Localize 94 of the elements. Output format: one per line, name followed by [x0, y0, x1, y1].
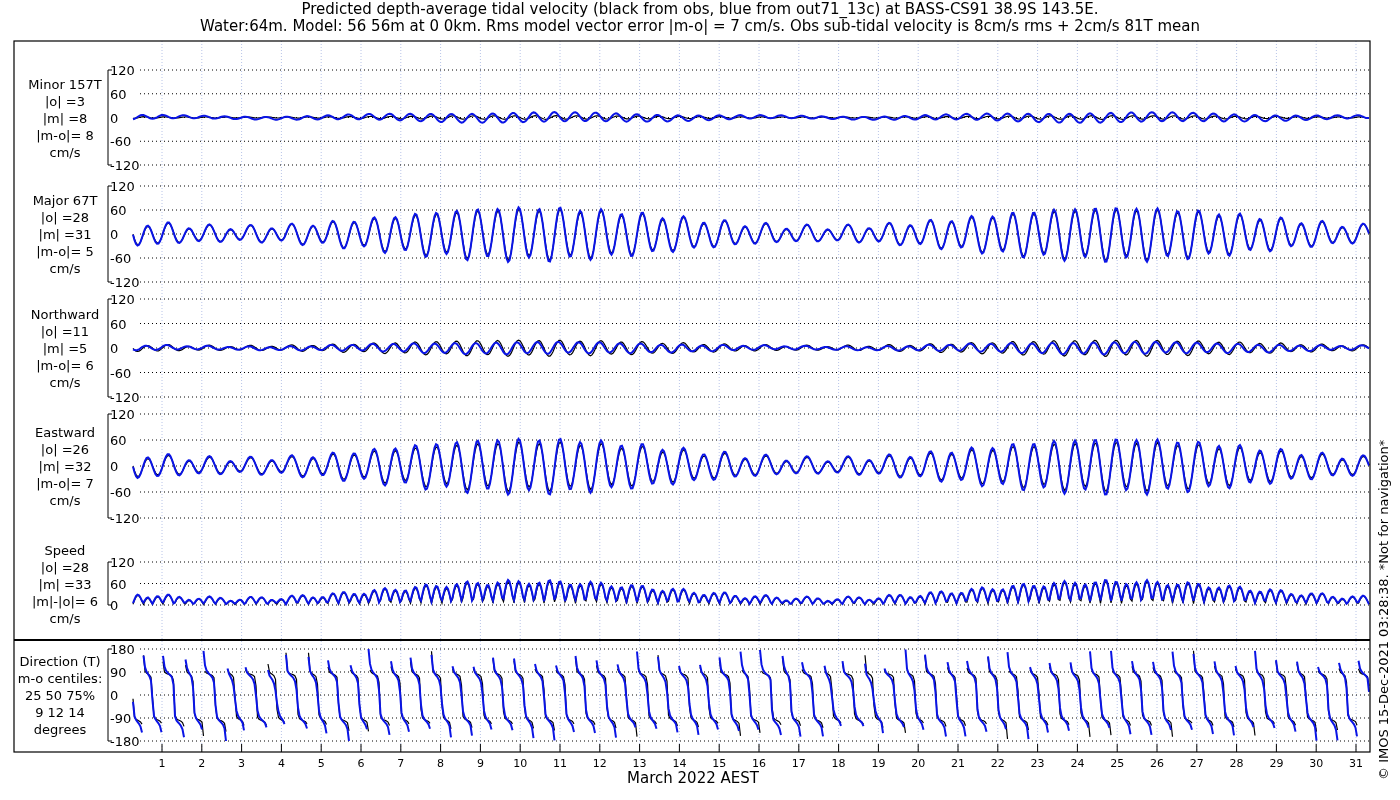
axis-title: March 2022 AEST [627, 769, 759, 787]
tick-label: 17 [791, 757, 806, 770]
tick-label: 0 [110, 227, 119, 242]
panel-label: |m| =32 [38, 459, 92, 474]
panel-label: |m|-|o|= 6 [31, 593, 99, 609]
panel-label: |o| =26 [40, 442, 90, 457]
tick-label: 24 [1070, 757, 1085, 770]
panel-label: Speed [44, 542, 86, 558]
panel-label: |m| =31 [38, 227, 92, 242]
panel-label: Minor 157T [28, 76, 102, 92]
panel-label: |m-o|= 6 [36, 358, 94, 373]
tick-label: 21 [951, 757, 965, 770]
tick-label: 180 [110, 642, 135, 657]
tick-label: 0 [110, 688, 119, 703]
panel-label: m-o centiles: [17, 671, 103, 686]
tick-label: 120 [110, 179, 135, 194]
tick-label: 14 [672, 757, 687, 770]
panel-label: 25 50 75% [24, 688, 96, 703]
panel-label: |o| =28 [40, 210, 90, 225]
credit-text: © IMOS 15-Dec-2021 03:28:38. *Not for navigation* [1376, 439, 1391, 780]
panel-label: cm/s [49, 493, 81, 508]
tick-label: 0 [110, 598, 119, 613]
tick-label: -120 [110, 158, 140, 173]
panel-label: |o| =11 [40, 324, 90, 339]
tick-label: -120 [110, 275, 140, 290]
tick-label: 120 [110, 555, 135, 570]
panel-label: |m| =8 [42, 110, 88, 126]
tick-label: -120 [110, 511, 140, 526]
panel-label: |m-o|= 8 [36, 127, 94, 143]
tick-label: -60 [110, 485, 132, 500]
tick-label: 0 [110, 459, 119, 474]
tick-label: 20 [911, 757, 926, 770]
tick-label: 4 [277, 757, 285, 770]
tick-label: 26 [1150, 757, 1164, 770]
tick-label: -180 [110, 734, 140, 749]
tick-label: 2 [198, 757, 206, 770]
tick-label: 28 [1229, 757, 1244, 770]
tick-label: 120 [110, 292, 135, 307]
chart-title: Predicted depth-average tidal velocity (black from obs, blue from out71_13c) at BASS-CS91 38.9S 143.5E. [301, 1, 1099, 18]
tick-label: 19 [871, 757, 886, 770]
tick-label: 16 [752, 757, 766, 770]
tick-label: 7 [397, 757, 405, 770]
tick-label: 8 [437, 757, 445, 770]
tick-label: 120 [110, 63, 135, 78]
tick-label: 120 [110, 407, 135, 422]
panel-label: cm/s [49, 375, 81, 390]
tick-label: 6 [357, 757, 365, 770]
panel-label: cm/s [49, 610, 81, 626]
tick-label: 30 [1309, 757, 1324, 770]
panel-label: 9 12 14 [35, 705, 85, 720]
panel-label: |o| =28 [40, 559, 90, 575]
panel-label: Major 67T [32, 193, 98, 208]
tick-label: -120 [110, 390, 140, 405]
panel-label: cm/s [49, 261, 81, 276]
tick-label: -90 [110, 711, 132, 726]
panel-label: |m| =5 [42, 341, 88, 356]
tick-label: 60 [110, 433, 127, 448]
panel-label: Direction (T) [19, 654, 101, 669]
tick-label: 90 [110, 665, 127, 680]
tick-label: 0 [110, 110, 119, 126]
tick-label: 22 [990, 757, 1005, 770]
tick-label: 18 [831, 757, 846, 770]
tick-label: 3 [238, 757, 246, 770]
tick-label: -60 [110, 251, 132, 266]
tick-label: 60 [110, 86, 127, 102]
panel-label: |m| =33 [38, 576, 92, 592]
tick-label: 25 [1110, 757, 1125, 770]
tick-label: 1 [158, 757, 166, 770]
tick-label: -60 [110, 134, 132, 150]
tick-label: 10 [513, 757, 528, 770]
tick-label: 60 [110, 316, 127, 332]
panel-label: |o| =3 [45, 93, 85, 109]
tick-label: 0 [110, 341, 119, 356]
panel-label: Eastward [35, 425, 95, 440]
tick-label: 15 [712, 757, 727, 770]
tick-label: -60 [110, 365, 132, 381]
panel-label: Northward [30, 307, 100, 322]
panel-label: |m-o|= 7 [36, 476, 94, 491]
tick-label: 60 [110, 576, 127, 592]
tick-label: 11 [553, 757, 567, 770]
tick-label: 27 [1189, 757, 1204, 770]
tick-label: 9 [476, 757, 484, 770]
tick-label: 31 [1349, 757, 1363, 770]
y-axis [107, 561, 113, 606]
panel-label: degrees [33, 722, 87, 737]
panel-label: |m-o|= 5 [36, 244, 94, 259]
chart-title: Water:64m. Model: 56 56m at 0 0km. Rms model vector error |m-o| = 7 cm/s. Obs sub-tidal velocity is 8cm/s rms + 2cm/s 81T mean [200, 18, 1200, 35]
panel-label: cm/s [49, 144, 81, 160]
tick-label: 60 [110, 203, 127, 218]
tick-label: 12 [592, 757, 607, 770]
tick-label: 13 [632, 757, 647, 770]
tick-label: 23 [1030, 757, 1045, 770]
tick-label: 5 [317, 757, 325, 770]
tick-label: 29 [1269, 757, 1284, 770]
